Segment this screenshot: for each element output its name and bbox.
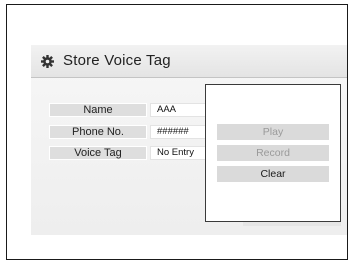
phone-number-value: ###### [150,125,206,139]
outer-frame: Store Voice Tag Name AAA Phone No. #####… [6,4,348,260]
title-bar: Store Voice Tag [31,45,347,78]
gear-icon [41,55,54,68]
clear-button[interactable]: Clear [217,166,329,182]
page-title: Store Voice Tag [63,52,171,69]
voice-tag-label: Voice Tag [49,146,147,160]
name-label: Name [49,103,147,117]
record-button[interactable]: Record [217,145,329,161]
phone-number-label: Phone No. [49,125,147,139]
name-value: AAA [150,103,206,117]
voice-tag-value: No Entry [150,146,206,160]
play-button[interactable]: Play [217,124,329,140]
voice-tag-options-popup: Play Record Clear [205,84,341,222]
